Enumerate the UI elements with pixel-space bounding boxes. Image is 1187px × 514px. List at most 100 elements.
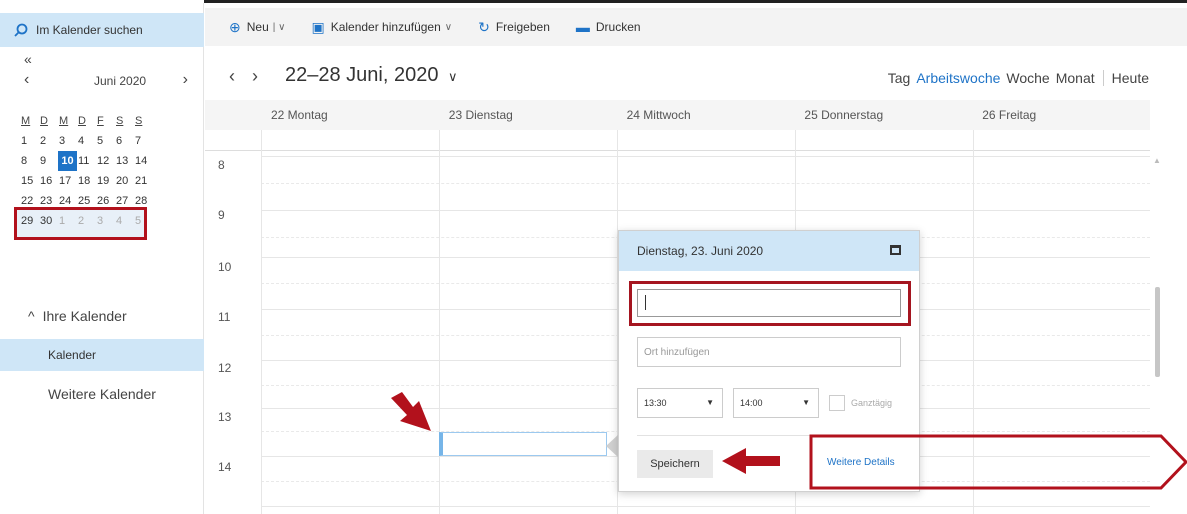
mini-month-label[interactable]: Juni 2020 xyxy=(94,74,146,88)
scroll-up-icon[interactable]: ▲ xyxy=(1153,156,1161,165)
mini-day[interactable]: 3 xyxy=(58,135,77,147)
mini-day[interactable]: 18 xyxy=(77,175,96,187)
next-week-button[interactable]: › xyxy=(252,66,258,86)
mini-day-today[interactable]: 10 xyxy=(58,151,77,171)
share-button[interactable]: ↻ Freigeben xyxy=(478,19,550,36)
new-button[interactable]: ⊕ Neu | ∨ xyxy=(229,19,285,36)
mini-day[interactable]: 23 xyxy=(39,195,58,207)
day-header-row: 22 Montag 23 Dienstag 24 Mittwoch 25 Don… xyxy=(205,100,1150,130)
day-header[interactable]: 22 Montag xyxy=(261,100,439,130)
mini-day[interactable]: 28 xyxy=(134,195,153,207)
mini-day[interactable]: 21 xyxy=(134,175,153,187)
today-button[interactable]: Heute xyxy=(1112,70,1149,86)
mini-day[interactable]: 22 xyxy=(20,195,39,207)
mini-day[interactable]: 15 xyxy=(20,175,39,187)
printer-icon: ▬ xyxy=(575,19,590,35)
calendar-icon[interactable] xyxy=(890,245,901,255)
mini-day[interactable]: 27 xyxy=(115,195,134,207)
weekday-label: S xyxy=(116,115,124,127)
your-calendars-label: Ihre Kalender xyxy=(42,308,127,324)
calendar-item-kalender[interactable]: Kalender xyxy=(0,339,204,371)
day-header[interactable]: 26 Freitag xyxy=(972,100,1150,130)
end-time-select[interactable]: 14:00 ▼ xyxy=(733,388,819,418)
chevron-down-icon[interactable]: | ∨ xyxy=(273,22,286,33)
mini-day[interactable]: 16 xyxy=(39,175,58,187)
calendar-nav: ‹ › 22–28 Juni, 2020 ∨ Tag Arbeitswoche … xyxy=(205,58,1187,94)
collapse-sidebar-button[interactable]: « xyxy=(24,51,32,67)
previous-week-button[interactable]: ‹ xyxy=(229,66,235,86)
mini-day[interactable]: 13 xyxy=(115,155,134,167)
column-line xyxy=(973,130,974,514)
popup-divider xyxy=(637,435,901,436)
your-calendars-toggle[interactable]: ^ Ihre Kalender xyxy=(28,308,127,324)
scrollbar[interactable]: ▲ xyxy=(1150,130,1164,514)
mini-day[interactable]: 19 xyxy=(96,175,115,187)
quick-event-popup: Dienstag, 23. Juni 2020 13:30 ▼ 14:00 ▼ … xyxy=(618,230,920,492)
nav-arrows: ‹ › xyxy=(229,66,270,87)
chevron-down-icon: ∨ xyxy=(448,69,458,84)
mini-day[interactable]: 1 xyxy=(20,135,39,147)
mini-week-row: 8 9 10 11 12 13 14 xyxy=(20,151,192,171)
share-icon: ↻ xyxy=(478,18,490,35)
mini-day[interactable]: 20 xyxy=(115,175,134,187)
print-button[interactable]: ▬ Drucken xyxy=(576,19,641,35)
column-line xyxy=(439,130,440,514)
view-divider xyxy=(1102,70,1104,86)
mini-day[interactable]: 24 xyxy=(58,195,77,207)
hour-label: 13 xyxy=(218,410,232,424)
selected-time-slot[interactable] xyxy=(439,432,607,456)
mini-next-month-button[interactable]: › xyxy=(183,71,188,89)
mini-day[interactable]: 5 xyxy=(96,135,115,147)
start-time-select[interactable]: 13:30 ▼ xyxy=(637,388,723,418)
calendar-add-icon: ▣ xyxy=(311,18,325,35)
location-input[interactable] xyxy=(637,337,901,367)
mini-day[interactable]: 26 xyxy=(96,195,115,207)
weekday-label: M xyxy=(59,115,69,127)
mini-day[interactable]: 4 xyxy=(77,135,96,147)
mini-day[interactable]: 9 xyxy=(39,155,58,167)
mini-prev-month-button[interactable]: ‹ xyxy=(24,71,29,89)
hour-line xyxy=(261,506,1150,507)
mini-day[interactable]: 17 xyxy=(58,175,77,187)
start-time-value: 13:30 xyxy=(644,398,667,408)
mini-day[interactable]: 12 xyxy=(96,155,115,167)
calendar-search[interactable]: Im Kalender suchen xyxy=(0,13,204,47)
new-label: Neu xyxy=(246,20,269,34)
search-placeholder: Im Kalender suchen xyxy=(36,23,143,37)
mini-day[interactable]: 14 xyxy=(134,155,153,167)
mini-day[interactable]: 11 xyxy=(77,155,96,167)
hour-label: 11 xyxy=(218,310,231,324)
day-header[interactable]: 25 Donnerstag xyxy=(794,100,972,130)
other-calendars-item[interactable]: Weitere Kalender xyxy=(48,386,156,402)
all-day-checkbox[interactable] xyxy=(829,395,845,411)
view-switcher: Tag Arbeitswoche Woche Monat Heute xyxy=(882,70,1149,86)
week-annotation-box xyxy=(14,207,147,240)
weekday-label: F xyxy=(97,115,104,127)
mini-day[interactable]: 6 xyxy=(115,135,134,147)
mini-day[interactable]: 8 xyxy=(20,155,39,167)
date-range-label: 22–28 Juni, 2020 xyxy=(285,64,439,86)
view-month[interactable]: Monat xyxy=(1056,70,1095,86)
more-details-link[interactable]: Weitere Details xyxy=(827,457,895,468)
save-button[interactable]: Speichern xyxy=(637,450,713,478)
dropdown-arrow-icon: ▼ xyxy=(706,398,714,407)
view-week[interactable]: Woche xyxy=(1006,70,1049,86)
scrollbar-thumb[interactable] xyxy=(1155,287,1160,377)
mini-day[interactable]: 25 xyxy=(77,195,96,207)
view-work-week[interactable]: Arbeitswoche xyxy=(916,70,1000,86)
chevron-up-icon: ^ xyxy=(28,308,35,324)
view-day[interactable]: Tag xyxy=(888,70,911,86)
half-hour-line xyxy=(261,183,1150,184)
hour-label: 14 xyxy=(218,460,232,474)
mini-day[interactable]: 7 xyxy=(134,135,153,147)
toolbar: ⊕ Neu | ∨ ▣ Kalender hinzufügen ∨ ↻ Frei… xyxy=(205,8,1187,46)
mini-day[interactable]: 2 xyxy=(39,135,58,147)
plus-circle-icon: ⊕ xyxy=(229,18,241,35)
day-header[interactable]: 24 Mittwoch xyxy=(617,100,795,130)
search-icon xyxy=(14,23,28,37)
date-range-picker[interactable]: 22–28 Juni, 2020 ∨ xyxy=(285,64,458,87)
add-calendar-button[interactable]: ▣ Kalender hinzufügen ∨ xyxy=(311,19,452,36)
mini-week-row: 1 2 3 4 5 6 7 xyxy=(20,131,192,151)
hour-label: 12 xyxy=(218,361,232,375)
day-header[interactable]: 23 Dienstag xyxy=(439,100,617,130)
